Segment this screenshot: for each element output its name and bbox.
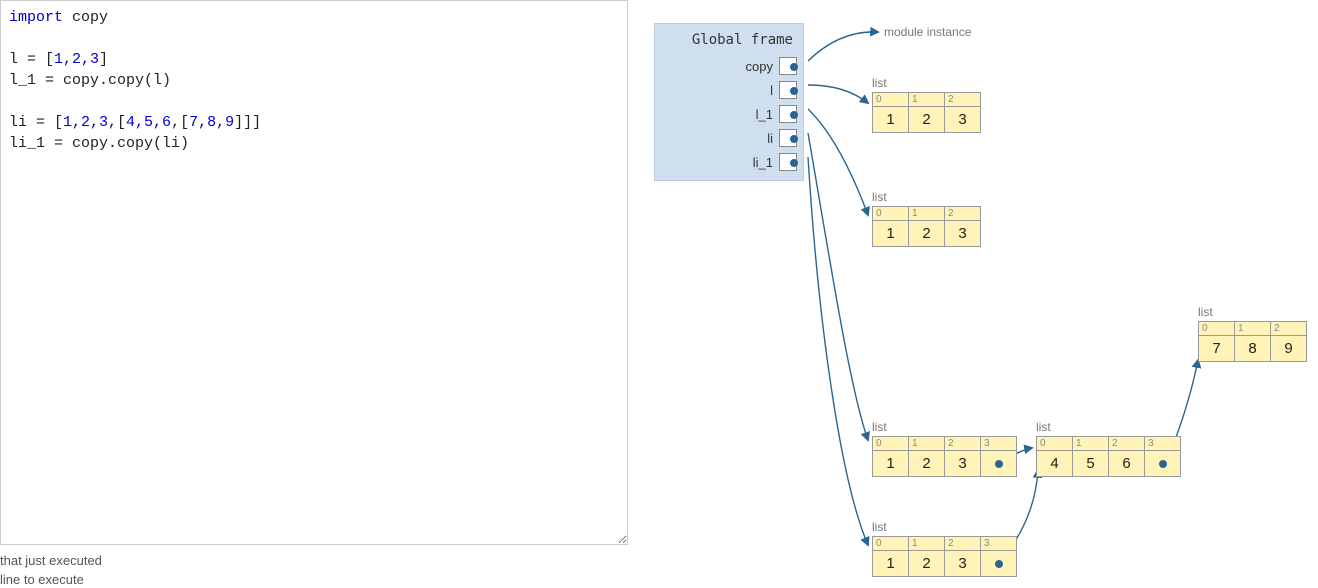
- list-l: 0 1 2 1 2 3: [872, 92, 981, 133]
- code-editor[interactable]: import copy l = [1,2,3] l_1 = copy.copy(…: [0, 0, 628, 545]
- var-row-l: l: [655, 78, 803, 102]
- pointer-dot: [790, 135, 798, 143]
- idx-cell: 0: [873, 537, 909, 551]
- val-cell: 3: [945, 107, 981, 133]
- code-text: ,[: [108, 114, 126, 131]
- idx-cell: 1: [909, 93, 945, 107]
- code-text: li = [: [9, 114, 63, 131]
- var-box: [779, 105, 797, 123]
- pointer-dot: [790, 111, 798, 119]
- var-name: l: [770, 83, 779, 98]
- val-cell: 8: [1235, 336, 1271, 362]
- idx-cell: 2: [1271, 322, 1307, 336]
- code-nums: 1,2,3: [63, 114, 108, 131]
- legend-next: line to execute: [0, 572, 84, 587]
- idx-cell: 2: [945, 93, 981, 107]
- visualization-pane: Global frame copy l l_1 li li_1 module i…: [640, 0, 1318, 588]
- val-cell: 4: [1037, 451, 1073, 477]
- var-row-l1: l_1: [655, 102, 803, 126]
- idx-cell: 0: [873, 207, 909, 221]
- code-text: l_1 = copy.copy(l): [9, 72, 171, 89]
- list-inner2: 0 1 2 7 8 9: [1198, 321, 1307, 362]
- list-label: list: [872, 420, 887, 434]
- list-label: list: [872, 76, 887, 90]
- pointer-dot: [995, 460, 1003, 468]
- idx-cell: 1: [909, 537, 945, 551]
- list-label: list: [1198, 305, 1213, 319]
- list-label: list: [872, 520, 887, 534]
- val-cell: 2: [909, 551, 945, 577]
- val-cell: 3: [945, 221, 981, 247]
- var-box: [779, 57, 797, 75]
- code-nums: 7,8,9: [189, 114, 234, 131]
- idx-cell: 1: [909, 207, 945, 221]
- code-text: li_1 = copy.copy(li): [9, 135, 189, 152]
- val-cell: 1: [873, 551, 909, 577]
- frame-title: Global frame: [655, 30, 803, 54]
- ref-cell: [981, 551, 1017, 577]
- val-cell: 3: [945, 551, 981, 577]
- code-text: ,[: [171, 114, 189, 131]
- var-row-copy: copy: [655, 54, 803, 78]
- idx-cell: 0: [873, 93, 909, 107]
- code-text: ]: [99, 51, 108, 68]
- var-box: [779, 129, 797, 147]
- list-l1: 0 1 2 1 2 3: [872, 206, 981, 247]
- list-inner1: 0 1 2 3 4 5 6: [1036, 436, 1181, 477]
- var-box: [779, 153, 797, 171]
- val-cell: 9: [1271, 336, 1307, 362]
- pointer-dot: [995, 560, 1003, 568]
- idx-cell: 2: [945, 207, 981, 221]
- val-cell: 3: [945, 451, 981, 477]
- ref-cell: [981, 451, 1017, 477]
- pointer-dot: [790, 63, 798, 71]
- val-cell: 6: [1109, 451, 1145, 477]
- list-li: 0 1 2 3 1 2 3: [872, 436, 1017, 477]
- idx-cell: 2: [945, 537, 981, 551]
- legend-executed: that just executed: [0, 553, 102, 568]
- val-cell: 7: [1199, 336, 1235, 362]
- idx-cell: 1: [1073, 437, 1109, 451]
- val-cell: 2: [909, 107, 945, 133]
- global-frame: Global frame copy l l_1 li li_1: [654, 23, 804, 181]
- list-label: list: [1036, 420, 1051, 434]
- var-box: [779, 81, 797, 99]
- val-cell: 1: [873, 221, 909, 247]
- var-name: li_1: [753, 155, 779, 170]
- idx-cell: 1: [1235, 322, 1271, 336]
- ref-cell: [1145, 451, 1181, 477]
- idx-cell: 0: [1037, 437, 1073, 451]
- idx-cell: 0: [873, 437, 909, 451]
- var-name: copy: [746, 59, 779, 74]
- kw-import: import: [9, 9, 63, 26]
- idx-cell: 3: [981, 537, 1017, 551]
- list-li1: 0 1 2 3 1 2 3: [872, 536, 1017, 577]
- val-cell: 1: [873, 451, 909, 477]
- idx-cell: 2: [945, 437, 981, 451]
- var-row-li: li: [655, 126, 803, 150]
- pointer-dot: [790, 87, 798, 95]
- code-text: l = [: [9, 51, 54, 68]
- list-label: list: [872, 190, 887, 204]
- var-name: li: [767, 131, 779, 146]
- code-text: ]]]: [234, 114, 261, 131]
- pointer-dot: [1159, 460, 1167, 468]
- module-instance-label: module instance: [884, 25, 971, 39]
- code-nums: 1,2,3: [54, 51, 99, 68]
- var-name: l_1: [756, 107, 779, 122]
- pointer-dot: [790, 159, 798, 167]
- val-cell: 2: [909, 451, 945, 477]
- idx-cell: 0: [1199, 322, 1235, 336]
- code-text: copy: [63, 9, 108, 26]
- idx-cell: 1: [909, 437, 945, 451]
- idx-cell: 2: [1109, 437, 1145, 451]
- code-nums: 4,5,6: [126, 114, 171, 131]
- var-row-li1: li_1: [655, 150, 803, 174]
- val-cell: 1: [873, 107, 909, 133]
- idx-cell: 3: [1145, 437, 1181, 451]
- val-cell: 2: [909, 221, 945, 247]
- val-cell: 5: [1073, 451, 1109, 477]
- idx-cell: 3: [981, 437, 1017, 451]
